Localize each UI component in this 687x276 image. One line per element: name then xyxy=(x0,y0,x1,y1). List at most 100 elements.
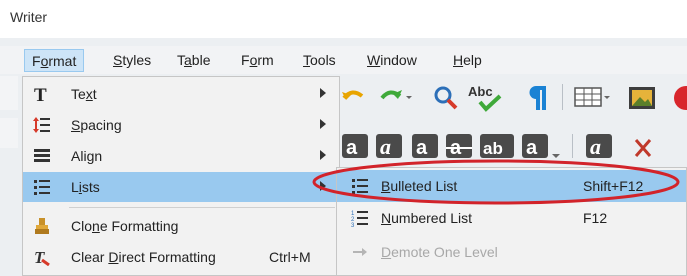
label-post: t xyxy=(92,86,97,102)
format-menu-item-text[interactable]: T Text xyxy=(23,79,339,109)
chevron-right-icon xyxy=(320,181,326,191)
label-mnemonic: n xyxy=(92,218,100,234)
menu-form[interactable]: Form xyxy=(234,49,281,72)
toolbar-separator xyxy=(562,84,563,110)
sidebar-strip xyxy=(0,76,18,110)
menu-item-label: Numbered List xyxy=(381,210,472,226)
style-glyph: a xyxy=(380,134,391,159)
menu-item-label: Text xyxy=(71,86,97,102)
label-pre: Ali xyxy=(71,148,87,164)
menu-item-shortcut: F12 xyxy=(583,210,608,226)
clear-formatting-icon: T xyxy=(34,248,50,266)
menu-item-label: Spacing xyxy=(71,117,122,133)
style-glyph: a xyxy=(346,137,358,159)
style-glyph: a xyxy=(590,134,601,159)
format-menu-item-lists[interactable]: Lists xyxy=(23,172,339,202)
menu-label-post: rm xyxy=(257,52,274,68)
menu-item-shortcut: Shift+F12 xyxy=(583,178,644,194)
insert-table-icon[interactable] xyxy=(574,86,612,108)
label-post: e Formatting xyxy=(99,218,179,234)
label-mnemonic: x xyxy=(85,86,93,102)
clear-style-mark xyxy=(634,139,652,157)
label-mnemonic: N xyxy=(381,210,392,226)
chevron-right-icon xyxy=(320,88,326,98)
menu-mnemonic: T xyxy=(303,52,310,68)
menu-mnemonic: a xyxy=(184,52,192,68)
menu-separator xyxy=(69,207,335,208)
menu-item-label: Bulleted List xyxy=(381,178,457,194)
find-replace-icon[interactable] xyxy=(432,84,462,112)
submenu-item-demote-one-level: Demote One Level xyxy=(337,236,686,268)
label-post: umbered List xyxy=(391,210,473,226)
label-mnemonic: D xyxy=(381,244,392,260)
menu-bar: Format Styles Table Form Tools Window He… xyxy=(0,46,687,74)
svg-text:T: T xyxy=(34,85,47,103)
clone-formatting-icon xyxy=(35,218,49,234)
label-post: ulleted List xyxy=(390,178,458,194)
label-mnemonic: D xyxy=(108,249,119,265)
label-pre: Te xyxy=(71,86,86,102)
label-post: irect Formatting xyxy=(118,249,216,265)
align-icon xyxy=(34,149,50,162)
menu-item-label: Align xyxy=(71,148,102,164)
redo-icon[interactable] xyxy=(378,84,412,110)
menu-item-shortcut: Ctrl+M xyxy=(269,249,311,265)
format-menu-item-spacing[interactable]: Spacing xyxy=(23,110,339,140)
spacing-icon xyxy=(33,117,50,133)
label-mnemonic: S xyxy=(71,117,81,133)
menu-label-pre: T xyxy=(177,52,184,68)
label-pre: Clo xyxy=(71,218,93,234)
format-menu-item-align[interactable]: Align xyxy=(23,141,339,171)
dropdown-arrow xyxy=(552,154,560,158)
menu-window[interactable]: Window xyxy=(360,49,424,72)
lists-submenu: Bulleted List Shift+F12 1 2 3 Numbered L… xyxy=(336,167,687,276)
label-pre: L xyxy=(71,179,79,195)
style-glyph: a xyxy=(416,137,428,159)
menu-mnemonic: S xyxy=(113,52,123,68)
menu-styles[interactable]: Styles xyxy=(106,49,158,72)
chevron-right-icon xyxy=(320,150,326,160)
lists-icon xyxy=(34,180,50,195)
label-post: pacing xyxy=(80,117,122,133)
menu-item-label: Clear Direct Formatting xyxy=(71,249,216,265)
menu-label-pre: F xyxy=(32,53,41,69)
label-post: sts xyxy=(81,179,100,195)
submenu-item-numbered-list[interactable]: 1 2 3 Numbered List F12 xyxy=(337,202,686,234)
label-post: emote One Level xyxy=(391,244,498,260)
undo-icon[interactable] xyxy=(340,84,366,110)
menu-mnemonic: H xyxy=(453,52,464,68)
bulleted-list-icon xyxy=(352,179,368,194)
menu-label-post: elp xyxy=(463,52,482,68)
insert-chart-icon[interactable] xyxy=(672,84,687,112)
formatting-marks-icon[interactable] xyxy=(526,82,550,112)
toolbar-separator xyxy=(572,134,573,158)
title-bar: Writer xyxy=(0,0,687,38)
menu-label-post: ble xyxy=(191,52,211,68)
style-glyph: ab xyxy=(483,139,503,158)
sidebar-strip xyxy=(0,118,18,148)
numbered-list-icon: 1 2 3 xyxy=(351,211,368,227)
format-menu-item-clone-formatting[interactable]: Clone Formatting xyxy=(23,211,339,241)
insert-image-icon[interactable] xyxy=(628,86,658,110)
spellcheck-icon[interactable]: Abc xyxy=(466,82,510,112)
menu-tools[interactable]: Tools xyxy=(296,49,343,72)
character-style-toolbar: a a a a ab a a xyxy=(342,134,652,159)
menu-item-label: Demote One Level xyxy=(381,244,498,260)
window-title: Writer xyxy=(10,9,48,25)
format-menu-item-clear-direct-formatting[interactable]: T Clear Direct Formatting Ctrl+M xyxy=(23,242,339,272)
menu-format[interactable]: Format xyxy=(24,49,85,72)
submenu-item-bulleted-list[interactable]: Bulleted List Shift+F12 xyxy=(337,170,686,202)
svg-text:T: T xyxy=(34,248,45,266)
menu-label-post: rmat xyxy=(48,53,77,69)
menu-help[interactable]: Help xyxy=(446,49,489,72)
menu-table[interactable]: Table xyxy=(170,49,217,72)
style-glyph: a xyxy=(526,137,538,159)
label-mnemonic: B xyxy=(381,178,391,194)
menu-label-pre: F xyxy=(241,52,250,68)
label-pre: Clear xyxy=(71,249,109,265)
menu-item-label: Clone Formatting xyxy=(71,218,178,234)
menu-label-post: indow xyxy=(380,52,417,68)
menu-label-post: ools xyxy=(310,52,336,68)
demote-arrow-icon xyxy=(353,248,367,256)
spellcheck-label: Abc xyxy=(468,84,493,99)
